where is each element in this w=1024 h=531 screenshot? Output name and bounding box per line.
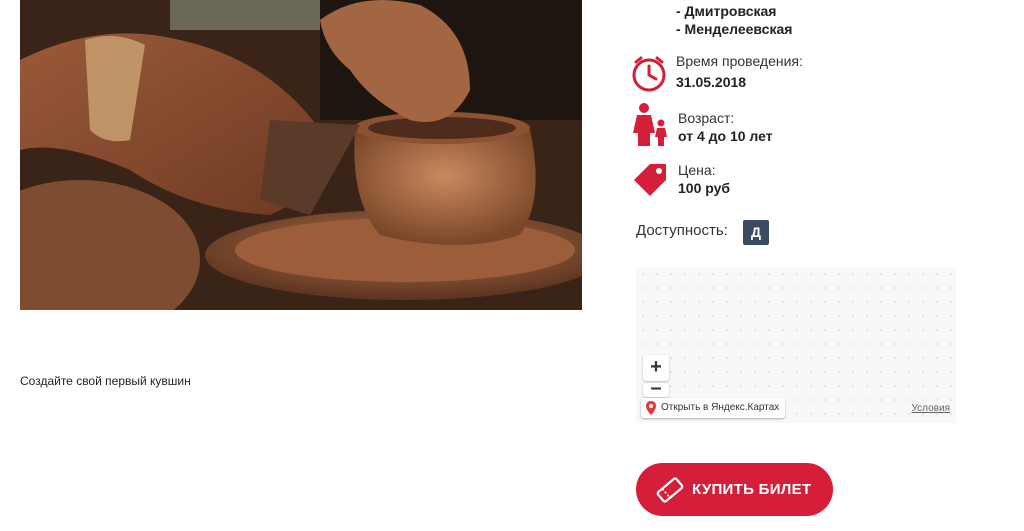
age-label: Возраст:: [678, 110, 735, 126]
yandex-map[interactable]: + – Открыть в Яндекс.Картах Условия: [636, 267, 956, 423]
ticket-icon: [656, 476, 684, 508]
buy-ticket-label: КУПИТЬ БИЛЕТ: [692, 481, 812, 498]
metro-station: - Менделеевская: [676, 21, 793, 37]
clock-icon: [630, 54, 668, 97]
price-tag-icon: [630, 160, 670, 201]
zoom-in-button[interactable]: +: [643, 355, 669, 381]
zoom-out-button[interactable]: –: [643, 383, 669, 397]
price-label: Цена:: [678, 162, 716, 178]
accessibility-label: Доступность:: [636, 222, 728, 239]
time-label: Время проведения:: [676, 53, 803, 69]
family-icon: [630, 103, 670, 152]
age-value: от 4 до 10 лет: [678, 128, 773, 144]
accessibility-badge: Д: [743, 220, 769, 245]
metro-list: - Дмитровская - Менделеевская: [676, 2, 792, 38]
event-photo: [20, 0, 582, 310]
open-map-label: Открыть в Яндекс.Картах: [661, 402, 780, 413]
event-caption: Создайте свой первый кувшин: [20, 374, 191, 388]
map-pin-icon: [646, 401, 656, 423]
open-in-yandex-maps-link[interactable]: Открыть в Яндекс.Картах: [641, 398, 786, 418]
buy-ticket-button[interactable]: КУПИТЬ БИЛЕТ: [636, 463, 833, 516]
metro-station: - Дмитровская: [676, 3, 777, 19]
price-value: 100 руб: [678, 180, 731, 196]
map-terms-link[interactable]: Условия: [911, 403, 950, 414]
time-value: 31.05.2018: [676, 74, 747, 90]
pottery-image: [20, 0, 582, 310]
